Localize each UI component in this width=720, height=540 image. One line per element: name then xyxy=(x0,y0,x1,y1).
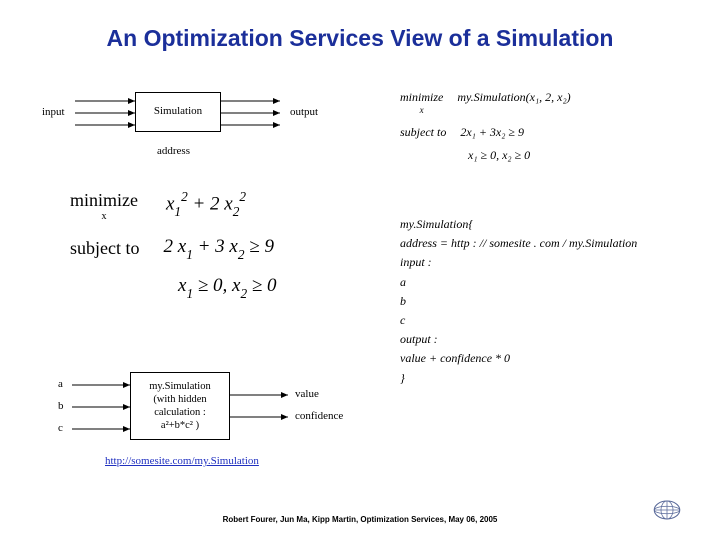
output-label: output xyxy=(290,106,318,118)
simdef-in-a: a xyxy=(400,273,637,292)
input-b: b xyxy=(58,400,64,412)
simdef-header: my.Simulation{ xyxy=(400,215,637,234)
mysimulation-box: my.Simulation (with hidden calculation :… xyxy=(130,372,230,440)
simulation-box-label: Simulation xyxy=(154,105,202,119)
simulation-box: Simulation xyxy=(135,92,221,132)
simulation-definition: my.Simulation{ address = http : // somes… xyxy=(400,215,637,388)
simulation-url-link[interactable]: http://somesite.com/my.Simulation xyxy=(105,455,259,467)
constraint1-large: 2 x1 + 3 x2 ≥ 9 xyxy=(164,236,274,261)
optimization-problem-large: minimize x x12 + 2 x22 subject to 2 x1 +… xyxy=(70,190,277,300)
slide-footer: Robert Fourer, Jun Ma, Kipp Martin, Opti… xyxy=(0,515,720,524)
slide: An Optimization Services View of a Simul… xyxy=(0,0,720,540)
minimize-label: minimize xyxy=(70,190,138,211)
address-label: address xyxy=(157,145,190,157)
mysim-l4: a²+b*c² ) xyxy=(161,419,199,432)
constraint2-large: x1 ≥ 0, x2 ≥ 0 xyxy=(178,275,277,300)
minimize-var-small: x xyxy=(400,105,443,115)
constraint1-small: 2x₁ + 3x₂ ≥ 9 xyxy=(460,125,524,140)
input-label: input xyxy=(42,106,65,118)
output-value: value xyxy=(295,388,319,400)
objective-large: x12 + 2 x22 xyxy=(166,190,246,218)
simdef-output-kw: output : xyxy=(400,330,637,349)
subject-to-label-small: subject to xyxy=(400,125,446,140)
output-confidence: confidence xyxy=(295,410,343,422)
simdef-close: } xyxy=(400,369,637,388)
input-c: c xyxy=(58,422,63,434)
constraint2-small: x₁ ≥ 0, x₂ ≥ 0 xyxy=(468,148,571,163)
simdef-in-b: b xyxy=(400,292,637,311)
input-a: a xyxy=(58,378,63,390)
minimize-var: x xyxy=(70,211,138,222)
simdef-out-line: value + confidence * 0 xyxy=(400,349,637,368)
simdef-in-c: c xyxy=(400,311,637,330)
subject-to-label: subject to xyxy=(70,238,140,259)
mysim-l3: calculation : xyxy=(154,406,206,419)
simdef-address: address = http : // somesite . com / my.… xyxy=(400,234,637,253)
minimize-label-small: minimize xyxy=(400,90,443,105)
objective-small: my.Simulation(x₁, 2, x₂) xyxy=(457,90,570,105)
simdef-input-kw: input : xyxy=(400,253,637,272)
optimization-problem-small: minimize x my.Simulation(x₁, 2, x₂) subj… xyxy=(400,90,571,163)
mysim-l2: (with hidden xyxy=(153,393,206,406)
mysim-l1: my.Simulation xyxy=(149,380,210,393)
